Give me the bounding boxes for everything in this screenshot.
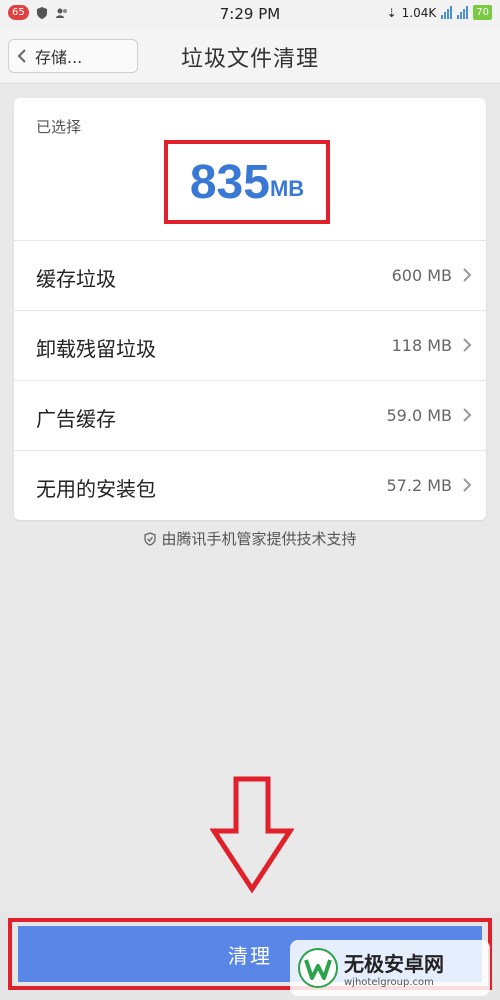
watermark-title: 无极安卓网 <box>344 952 444 976</box>
selected-size-unit: MB <box>269 176 305 201</box>
selected-size-highlight: 835 MB <box>164 140 330 224</box>
chevron-right-icon <box>463 338 472 352</box>
app-header: 存储... 垃圾文件清理 <box>0 28 500 84</box>
chevron-right-icon <box>463 408 472 422</box>
wifi-signal-icon <box>457 6 469 19</box>
network-speed: 1.04K <box>401 5 437 20</box>
junk-summary-card: 已选择 835 MB 缓存垃圾 600 MB 卸载残留垃圾 118 MB 广告缓… <box>14 98 486 520</box>
selected-size-value: 835 <box>189 155 270 209</box>
list-item-cache-junk[interactable]: 缓存垃圾 600 MB <box>14 240 486 310</box>
list-item-size: 600 MB <box>391 266 452 285</box>
list-item-label: 卸载残留垃圾 <box>36 337 156 361</box>
list-item-uninstall-residue[interactable]: 卸载残留垃圾 118 MB <box>14 310 486 380</box>
status-right: ⇣ 1.04K 70 <box>387 5 492 20</box>
battery-indicator: 70 <box>473 5 492 20</box>
shield-check-icon <box>144 531 157 546</box>
list-item-label: 缓存垃圾 <box>36 267 116 291</box>
chevron-right-icon <box>463 268 472 282</box>
status-bar: 65 7:29 PM ⇣ 1.04K 70 <box>0 0 500 28</box>
selected-label: 已选择 <box>36 118 82 136</box>
watermark: 无极安卓网 wjhotelgroup.com <box>290 940 490 996</box>
list-item-label: 无用的安装包 <box>36 477 156 501</box>
list-item-size: 57.2 MB <box>386 476 453 495</box>
watermark-url: wjhotelgroup.com <box>344 977 434 988</box>
list-item-size: 118 MB <box>391 336 452 355</box>
page-title: 垃圾文件清理 <box>180 47 319 72</box>
signal-icon <box>441 6 453 19</box>
watermark-logo-icon <box>298 948 338 988</box>
download-speed-icon: ⇣ <box>386 5 397 20</box>
powered-by-text: 由腾讯手机管家提供技术支持 <box>161 530 357 548</box>
arrow-down-icon <box>210 776 294 894</box>
powered-by-note: 由腾讯手机管家提供技术支持 <box>0 528 500 549</box>
list-item-unused-packages[interactable]: 无用的安装包 57.2 MB <box>14 450 486 520</box>
list-item-size: 59.0 MB <box>386 406 453 425</box>
chevron-right-icon <box>463 478 472 492</box>
list-item-label: 广告缓存 <box>36 407 116 431</box>
list-item-ad-cache[interactable]: 广告缓存 59.0 MB <box>14 380 486 450</box>
